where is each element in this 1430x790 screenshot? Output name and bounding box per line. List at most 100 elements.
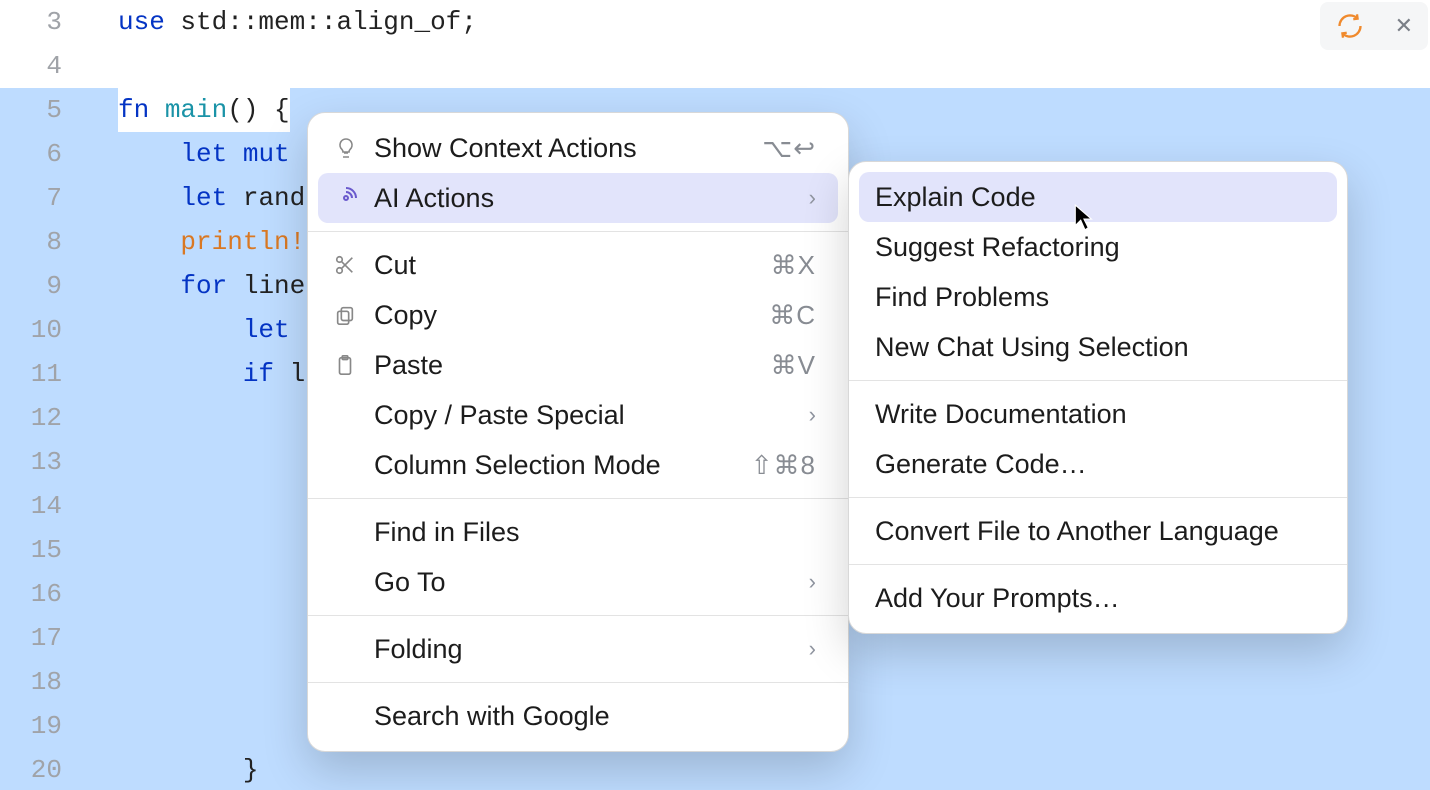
menu-shortcut: ⌘V: [771, 350, 816, 381]
keyword-mut: mut: [243, 139, 305, 169]
chevron-right-icon: ›: [801, 636, 816, 662]
code-line-3[interactable]: use std::mem::align_of;: [118, 0, 1430, 44]
line-number: 14: [0, 484, 118, 528]
line-number: 20: [0, 748, 118, 790]
indent: [118, 139, 180, 169]
menu-label: New Chat Using Selection: [875, 332, 1315, 363]
line-number: 5: [0, 88, 118, 132]
keyword-if: if: [243, 359, 290, 389]
brace-close: }: [243, 755, 259, 785]
line-number: 4: [0, 44, 118, 88]
menu-label: Write Documentation: [875, 399, 1315, 430]
menu-item-find-problems[interactable]: Find Problems: [859, 272, 1337, 322]
menu-label: Copy: [374, 300, 769, 331]
line-number: 16: [0, 572, 118, 616]
reload-icon[interactable]: [1335, 11, 1365, 41]
indent: [118, 271, 180, 301]
menu-label: Paste: [374, 350, 771, 381]
menu-item-new-chat[interactable]: New Chat Using Selection: [859, 322, 1337, 372]
fn-main: main: [165, 95, 227, 125]
menu-label: Go To: [374, 567, 801, 598]
menu-shortcut: ⌘X: [771, 250, 816, 281]
menu-shortcut: ⇧⌘8: [751, 450, 816, 481]
ident-line: line: [243, 271, 305, 301]
module-path: std::mem::align_of: [180, 7, 461, 37]
menu-separator: [308, 231, 848, 232]
menu-separator: [849, 564, 1347, 565]
menu-label: Find in Files: [374, 517, 816, 548]
clipboard-copy-icon: [334, 304, 374, 326]
keyword-let: let: [180, 139, 242, 169]
line-number: 19: [0, 704, 118, 748]
menu-separator: [308, 682, 848, 683]
line-number: 3: [0, 0, 118, 44]
menu-item-find-in-files[interactable]: Find in Files: [318, 507, 838, 557]
menu-label: Generate Code…: [875, 449, 1315, 480]
menu-item-show-context-actions[interactable]: Show Context Actions ⌥↩: [318, 123, 838, 173]
fn-signature: () {: [227, 95, 289, 125]
menu-item-column-selection[interactable]: Column Selection Mode ⇧⌘8: [318, 440, 838, 490]
ai-actions-submenu: Explain Code Suggest Refactoring Find Pr…: [848, 161, 1348, 634]
chevron-right-icon: ›: [801, 569, 816, 595]
menu-item-cut[interactable]: Cut ⌘X: [318, 240, 838, 290]
editor-context-menu: Show Context Actions ⌥↩ AI Actions › Cut…: [307, 112, 849, 752]
line-number: 10: [0, 308, 118, 352]
menu-item-folding[interactable]: Folding ›: [318, 624, 838, 674]
menu-item-search-google[interactable]: Search with Google: [318, 691, 838, 741]
menu-item-generate-code[interactable]: Generate Code…: [859, 439, 1337, 489]
menu-label: Copy / Paste Special: [374, 400, 801, 431]
indent: [118, 183, 180, 213]
menu-shortcut: ⌘C: [769, 300, 816, 331]
menu-label: AI Actions: [374, 183, 801, 214]
bulb-icon: [334, 136, 374, 160]
menu-label: Find Problems: [875, 282, 1315, 313]
menu-item-suggest-refactoring[interactable]: Suggest Refactoring: [859, 222, 1337, 272]
menu-label: Folding: [374, 634, 801, 665]
line-number: 18: [0, 660, 118, 704]
indent: [118, 227, 180, 257]
menu-item-convert-file[interactable]: Convert File to Another Language: [859, 506, 1337, 556]
menu-separator: [308, 498, 848, 499]
menu-item-ai-actions[interactable]: AI Actions ›: [318, 173, 838, 223]
menu-item-write-documentation[interactable]: Write Documentation: [859, 389, 1337, 439]
semicolon: ;: [461, 7, 477, 37]
menu-label: Column Selection Mode: [374, 450, 751, 481]
chevron-right-icon: ›: [801, 402, 816, 428]
line-number: 13: [0, 440, 118, 484]
menu-separator: [849, 380, 1347, 381]
menu-label: Cut: [374, 250, 771, 281]
menu-label: Suggest Refactoring: [875, 232, 1315, 263]
keyword-let: let: [180, 183, 242, 213]
line-number-gutter: 34567891011121314151617181920: [0, 0, 118, 790]
menu-separator: [308, 615, 848, 616]
menu-label: Show Context Actions: [374, 133, 762, 164]
code-line-20[interactable]: }: [118, 748, 1430, 790]
macro-println: println!: [180, 227, 305, 257]
keyword-for: for: [180, 271, 242, 301]
line-number: 17: [0, 616, 118, 660]
menu-item-go-to[interactable]: Go To ›: [318, 557, 838, 607]
keyword-use: use: [118, 7, 180, 37]
close-icon[interactable]: ✕: [1395, 13, 1413, 39]
indent: [118, 315, 243, 345]
menu-item-copy-paste-special[interactable]: Copy / Paste Special ›: [318, 390, 838, 440]
menu-label: Convert File to Another Language: [875, 516, 1315, 547]
line-number: 11: [0, 352, 118, 396]
spiral-icon: [334, 186, 374, 210]
clipboard-paste-icon: [334, 354, 374, 376]
menu-item-paste[interactable]: Paste ⌘V: [318, 340, 838, 390]
line-number: 9: [0, 264, 118, 308]
menu-label: Search with Google: [374, 701, 816, 732]
line-number: 8: [0, 220, 118, 264]
ident-l: l: [290, 359, 306, 389]
menu-item-copy[interactable]: Copy ⌘C: [318, 290, 838, 340]
menu-item-add-prompts[interactable]: Add Your Prompts…: [859, 573, 1337, 623]
ident-rand: rand: [243, 183, 305, 213]
menu-separator: [849, 497, 1347, 498]
scissors-icon: [334, 254, 374, 276]
menu-item-explain-code[interactable]: Explain Code: [859, 172, 1337, 222]
indent: [118, 359, 243, 389]
line-number: 12: [0, 396, 118, 440]
code-line-4[interactable]: [118, 44, 1430, 88]
editor-floating-toolbar: ✕: [1320, 2, 1428, 50]
